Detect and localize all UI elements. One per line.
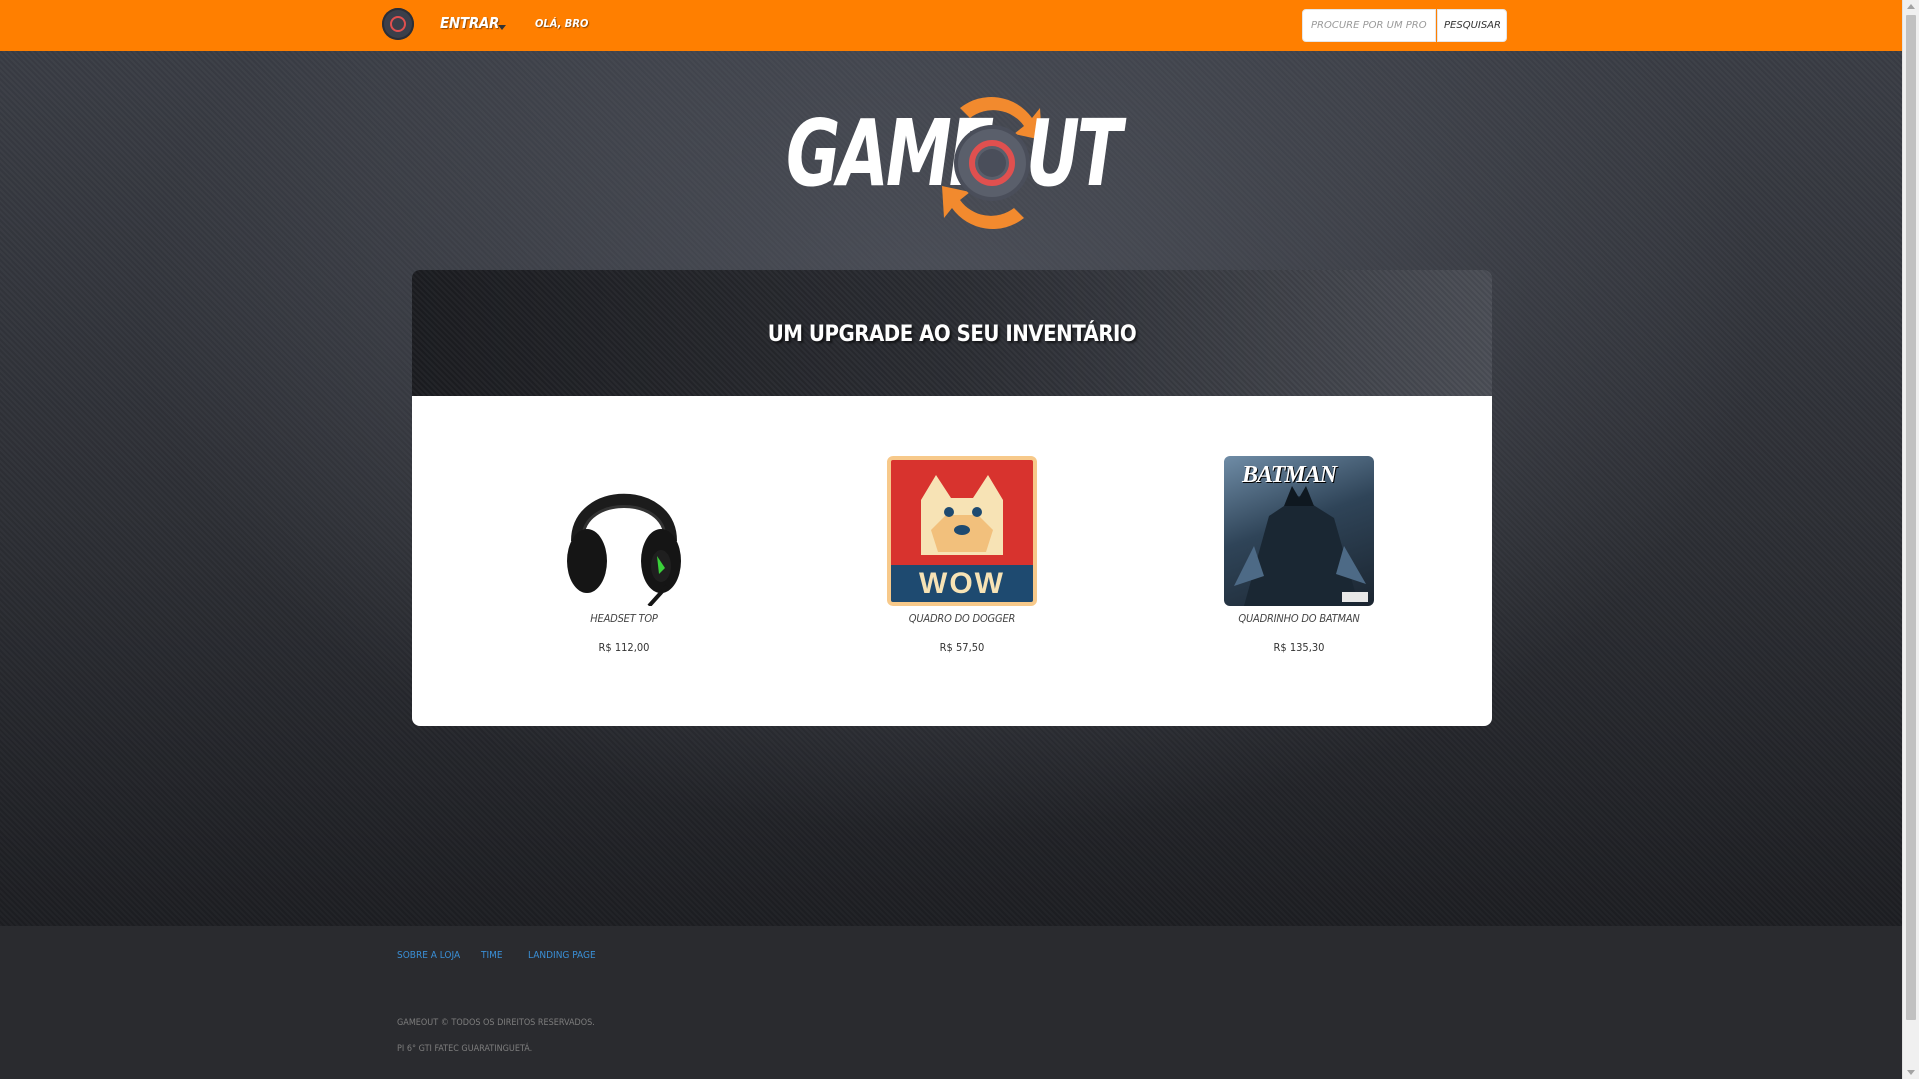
page: ENTRAR OLÁ, BRO PESQUISAR GAME UT UM UPG… xyxy=(0,0,1919,1079)
featured-panel-header: UM UPGRADE AO SEU INVENTÁRIO xyxy=(412,270,1492,396)
scrollbar-thumb[interactable] xyxy=(1906,15,1916,1020)
scroll-up-arrow-icon[interactable] xyxy=(1907,4,1915,9)
product-name[interactable]: QUADRO DO DOGGER xyxy=(837,612,1087,625)
footer-link-landing[interactable]: LANDING PAGE xyxy=(528,950,596,961)
product-price: R$ 135,30 xyxy=(1273,641,1325,654)
product-price: R$ 57,50 xyxy=(939,641,985,654)
product-card-doge[interactable]: WOW QUADRO DO DOGGER R$ 57,50 xyxy=(837,456,1087,654)
footer-copyright: GAMEOUT © TODOS OS DIREITOS RESERVADOS. xyxy=(397,1018,595,1028)
caret-down-icon[interactable] xyxy=(498,25,506,30)
footer-link-time[interactable]: TIME xyxy=(481,950,503,961)
footer-credit: PI 6° GTI FATEC GUARATINGUETÁ. xyxy=(397,1044,533,1054)
product-price: R$ 112,00 xyxy=(598,641,650,654)
featured-products: HEADSET TOP R$ 112,00 WOW QUADRO DO DOGG… xyxy=(412,396,1492,726)
doge-wow-text: WOW xyxy=(891,565,1033,602)
logo-text-ut: UT xyxy=(1026,100,1122,207)
batman-comic-image[interactable]: BATMAN xyxy=(1224,456,1374,606)
vertical-scrollbar[interactable] xyxy=(1902,0,1919,1079)
product-card-batman[interactable]: BATMAN QUADRINHO DO BATMAN R$ 135,30 xyxy=(1174,456,1424,654)
headset-image[interactable] xyxy=(549,456,699,606)
scroll-down-arrow-icon[interactable] xyxy=(1907,1070,1915,1075)
login-dropdown[interactable]: ENTRAR xyxy=(440,14,499,32)
top-navbar: ENTRAR OLÁ, BRO PESQUISAR xyxy=(0,0,1902,51)
headset-icon xyxy=(567,493,681,606)
footer: SOBRE A LOJA TIME LANDING PAGE GAMEOUT ©… xyxy=(0,926,1902,1079)
product-card-headset[interactable]: HEADSET TOP R$ 112,00 xyxy=(499,456,749,654)
search-input[interactable] xyxy=(1302,9,1436,42)
doge-icon xyxy=(921,475,1003,555)
product-name[interactable]: QUADRINHO DO BATMAN xyxy=(1174,612,1424,625)
batman-cover-title: BATMAN xyxy=(1242,462,1337,488)
panel-title: UM UPGRADE AO SEU INVENTÁRIO xyxy=(767,322,1137,347)
gameout-logo-icon[interactable] xyxy=(382,8,414,40)
doge-face-area xyxy=(891,460,1033,565)
doge-painting-image[interactable]: WOW xyxy=(887,456,1037,606)
search-button[interactable]: PESQUISAR xyxy=(1437,9,1507,42)
user-greeting[interactable]: OLÁ, BRO xyxy=(535,17,588,30)
product-name[interactable]: HEADSET TOP xyxy=(499,612,749,625)
footer-link-sobre[interactable]: SOBRE A LOJA xyxy=(397,950,460,961)
